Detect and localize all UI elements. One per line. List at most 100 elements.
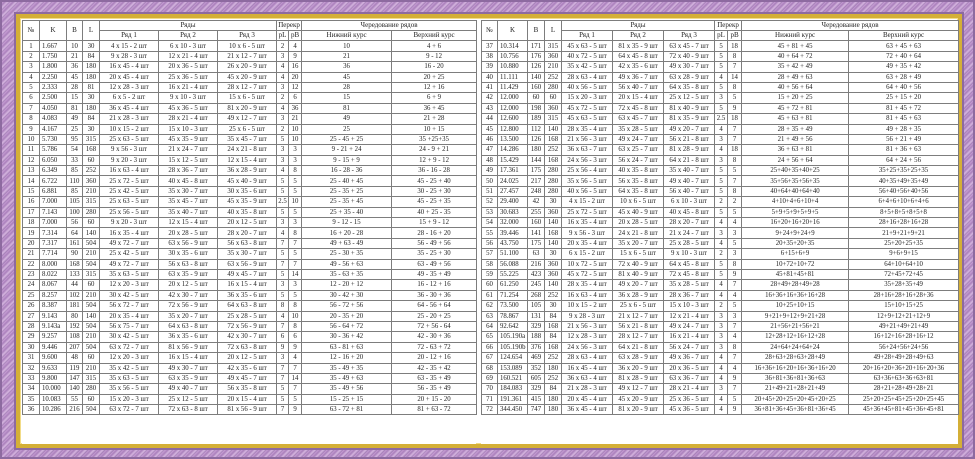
cell-row3: 72 x 45 - 8 шт (662, 268, 716, 281)
cell-b: 248 (527, 185, 545, 198)
table-row: 39 10.880 126 210 35 x 42 - 5 шт 42 x 35 - 6 … (481, 61, 960, 73)
cell-lower-course: 9+24+9+24+9 (741, 227, 850, 239)
cell-pb: 7 (727, 61, 743, 73)
cell-upper-course: 81 + 63 - 72 (391, 404, 478, 416)
cell-l: 140 (82, 310, 100, 322)
cell-row2: 15 x 6 - 5 шт (612, 248, 664, 260)
cell-row1: 6 x 5 - 2 шт (99, 92, 159, 104)
row3-header: Ряд 3 (662, 30, 716, 42)
cell-b: 126 (527, 133, 545, 146)
cell-k: 10.083 (39, 393, 67, 406)
cell-upper-course: 21 + 28 (391, 113, 478, 125)
cell-lower-course: 35 - 49 + 63 (301, 372, 393, 385)
table-row: 5 2.333 28 81 12 x 28 - 3 шт 16 x 21 - 4 шт 28… (22, 81, 478, 94)
cell-row2: 49 x 30 - 7 шт (158, 362, 218, 374)
cell-row3: 20 x 12 - 5 шт (216, 352, 278, 364)
cell-no: 67 (481, 352, 498, 364)
cell-k: 344.450 (497, 404, 528, 416)
cell-pl: 5 (276, 133, 290, 146)
cell-b: 245 (527, 279, 545, 291)
cell-k: 7.317 (39, 237, 67, 250)
cell-b: 469 (527, 352, 545, 364)
cell-no: 45 (481, 123, 498, 135)
cell-l: 84 (82, 50, 100, 63)
cell-upper-course: 12 + 16 (391, 81, 478, 94)
cell-pb: 5 (727, 393, 743, 406)
cell-b: 181 (66, 300, 83, 312)
table-row: 68 153.089 352 180 16 x 45 - 4 шт 36 x 20 - 9… (481, 362, 960, 374)
cell-row2: 63 x 25 - 7 шт (612, 144, 664, 156)
cell-k: 8.067 (39, 279, 67, 291)
cell-no: 71 (481, 393, 498, 406)
cell-pb: 14 (727, 71, 743, 83)
cell-no: 39 (481, 61, 498, 73)
table-row: 44 12.600 189 315 45 x 63 - 5 шт 63 x 45 - 7 … (481, 113, 960, 125)
cell-row3: 64 x 35 - 8 шт (662, 81, 716, 94)
cell-upper-course: 9+6+9+15 (848, 248, 960, 260)
cell-row1: 28 x 63 - 4 шт (561, 71, 613, 83)
cell-b: 140 (66, 383, 83, 395)
cell-l: 180 (544, 404, 562, 416)
cell-row1: 56 x 72 - 7 шт (99, 300, 159, 312)
cell-upper-course: 64 + 24 + 56 (848, 154, 960, 167)
cell-row1: 63 x 72 - 7 шт (99, 404, 159, 416)
cell-b: 45 (66, 71, 83, 83)
cell-row2: 21 x 24 - 7 шт (158, 144, 218, 156)
cell-upper-course: 56 + 21 + 49 (848, 133, 960, 146)
cell-lower-course: 35 - 49 + 35 (301, 362, 393, 374)
cell-no: 44 (481, 113, 498, 125)
cell-lower-course: 30 - 42 + 30 (301, 289, 393, 302)
cell-row2: 20 x 28 - 5 шт (612, 217, 664, 229)
cell-k: 10.286 (39, 404, 67, 416)
cell-lower-course: 49 (301, 113, 393, 125)
cell-upper-course: 36 - 16 - 28 (391, 165, 478, 177)
cell-row2: 63 x 35 - 9 шт (158, 268, 218, 281)
cell-lower-course: 15 + 20 + 25 (741, 92, 850, 104)
cell-row1: 10 x 15 - 2 шт (99, 123, 159, 135)
cell-k: 39.446 (497, 227, 528, 239)
cell-lower-course: 25 + 35 - 40 (301, 206, 393, 219)
row3-header: Ряд 3 (216, 30, 278, 42)
cell-row1: 9 x 56 - 3 шт (561, 227, 613, 239)
cell-pl: 5 (714, 50, 729, 63)
cell-lower-course: 4+10+4+6+10+4 (741, 196, 850, 208)
cell-pb: 18 (727, 40, 743, 52)
table-row: 71 191.361 415 180 20 x 45 - 4 шт 45 x 20 - 9… (481, 393, 960, 406)
cell-k: 1.750 (39, 50, 67, 63)
cell-row1: 25 x 72 - 5 шт (561, 206, 613, 219)
cell-row3: 63 x 36 - 7 шт (662, 372, 716, 385)
cell-row1: 9 x 20 - 3 шт (99, 217, 159, 229)
cell-pb: 9 (727, 404, 743, 416)
table-row: 28 9.143a 192 504 56 x 75 - 7 шт 64 x 63 - 8 … (22, 320, 478, 333)
cell-pl: 4 (276, 71, 290, 83)
cell-row2: 64 x 45 - 8 шт (612, 50, 664, 63)
cell-l: 252 (544, 71, 562, 83)
cell-row2: 25 x 36 - 5 шт (158, 71, 218, 83)
cell-pl: 4 (714, 217, 729, 229)
decorative-frame: № K B L Ряды Перекр Чередование рядов Ря… (0, 0, 975, 459)
cell-no: 25 (22, 289, 40, 302)
cell-upper-course: 56+24+56+24+56 (848, 341, 960, 354)
cell-row1: 30 x 42 - 5 шт (99, 289, 159, 302)
cell-l: 315 (544, 40, 562, 52)
table-row: 67 124.654 469 252 28 x 63 - 4 шт 63 x 28 - 9… (481, 352, 960, 364)
cell-row3: 72 x 63 - 8 шт (216, 341, 278, 354)
cell-lower-course: 40 + 64 + 72 (741, 50, 850, 63)
cell-row1: 10 x 72 - 5 шт (561, 258, 613, 271)
cell-pb: 12 (288, 81, 303, 94)
cell-row1: 4 x 15 - 2 шт (99, 40, 159, 52)
cell-pb: 10 (288, 196, 303, 208)
cell-lower-course: 16+36+16+20+16+36+16+20 (741, 362, 850, 374)
cell-no: 7 (22, 102, 40, 115)
cell-no: 26 (22, 300, 40, 312)
cell-no: 66 (481, 341, 498, 354)
cell-no: 12 (22, 154, 40, 167)
cell-no: 1 (22, 40, 40, 52)
cell-pb: 5 (727, 92, 743, 104)
col-l-header: L (82, 19, 100, 42)
cell-pl: 2.5 (276, 196, 290, 208)
cell-pb: 4 (288, 40, 303, 52)
cell-k: 9.446 (39, 341, 67, 354)
cell-row2: 63 x 56 - 9 шт (158, 237, 218, 250)
cell-no: 54 (481, 217, 498, 229)
